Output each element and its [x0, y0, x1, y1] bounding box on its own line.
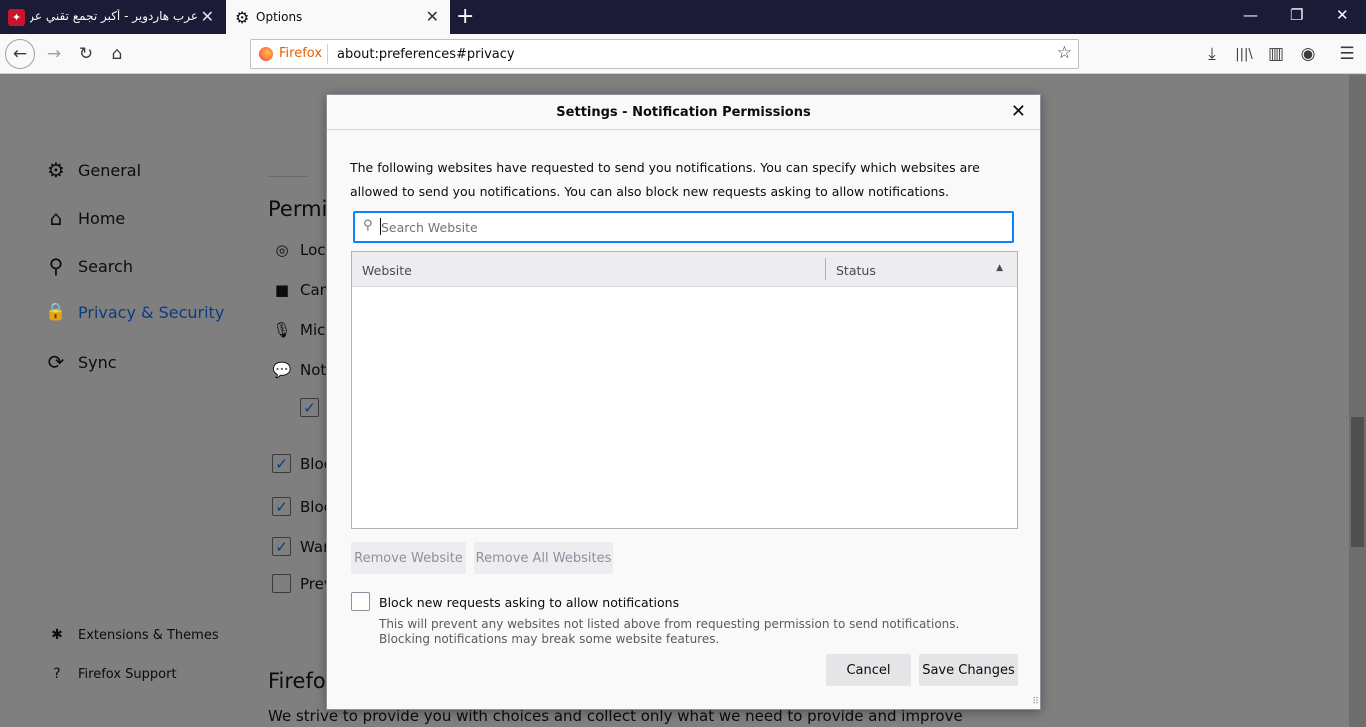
notification-icon: 💬	[272, 361, 292, 379]
sidebar-item-label: Firefox Support	[78, 666, 177, 682]
tab-title: Options	[256, 10, 303, 24]
dialog-title: Settings - Notification Permissions	[556, 105, 811, 120]
block-new-requests-checkbox[interactable]	[351, 592, 370, 611]
navigation-toolbar: ← → ↻ ⌂ Firefox about:preferences#privac…	[0, 34, 1366, 74]
location-icon: ◎	[275, 241, 289, 259]
checkbox-label: War	[300, 538, 330, 556]
section-divider	[268, 176, 308, 177]
notification-permissions-dialog: Settings - Notification Permissions ✕ Th…	[326, 94, 1041, 710]
save-changes-button[interactable]: Save Changes	[919, 654, 1018, 686]
downloads-icon[interactable]: ⤓	[1198, 41, 1226, 67]
tab-options[interactable]: ⚙ Options ✕	[226, 0, 450, 34]
resize-grip-icon[interactable]: ⠿	[1032, 697, 1039, 707]
sort-ascending-icon: ▲	[996, 263, 1003, 273]
url-bar[interactable]: Firefox about:preferences#privacy ☆	[250, 39, 1079, 69]
sidebar-item-sync[interactable]: ⟳ Sync	[44, 350, 117, 374]
search-placeholder: Search Website	[381, 220, 478, 235]
sidebar-item-support[interactable]: ? Firefox Support	[48, 666, 177, 682]
gear-icon: ⚙	[235, 8, 250, 27]
search-website-input[interactable]: ⚲ Search Website	[353, 211, 1014, 243]
gear-icon: ⚙	[47, 158, 65, 182]
menu-icon[interactable]: ☰	[1333, 41, 1361, 67]
identity-box[interactable]: Firefox	[259, 46, 322, 61]
tab-arabhardware[interactable]: ✦ عرب هاردوير - أكبر تجمع تقني عربي ✕	[0, 0, 224, 34]
permission-notifications: 💬 Noti	[272, 361, 331, 379]
pause-notifications-checkbox: ✓	[300, 398, 319, 417]
column-header-website[interactable]: Website	[362, 263, 412, 278]
dialog-description: The following websites have requested to…	[350, 160, 980, 199]
camera-icon: ■	[274, 281, 290, 299]
dialog-header: Settings - Notification Permissions ✕	[327, 95, 1040, 130]
remove-all-websites-button[interactable]: Remove All Websites	[474, 542, 613, 574]
help-icon: ?	[53, 666, 61, 682]
sidebar-item-label: Privacy & Security	[78, 302, 225, 322]
remove-website-button[interactable]: Remove Website	[351, 542, 466, 574]
tab-title: عرب هاردوير - أكبر تجمع تقني عربي	[30, 9, 198, 23]
back-button[interactable]: ←	[5, 39, 35, 69]
column-separator	[825, 258, 826, 280]
account-icon[interactable]: ◉	[1294, 41, 1322, 67]
firefox-logo-icon	[259, 46, 273, 61]
lock-icon: 🔒	[45, 302, 67, 322]
block-popups-checkbox: ✓	[272, 454, 291, 473]
cancel-button[interactable]: Cancel	[826, 654, 911, 686]
sidebar-item-label: Search	[78, 256, 133, 276]
puzzle-icon: ✱	[51, 627, 63, 643]
restore-button[interactable]: ❐	[1290, 6, 1303, 24]
search-icon: ⚲	[48, 254, 64, 278]
permissions-table[interactable]: Website Status ▲	[351, 251, 1018, 529]
prevent-accessibility-checkbox	[272, 574, 291, 593]
sidebar-item-home[interactable]: ⌂ Home	[44, 206, 126, 230]
sidebar-item-label: Home	[78, 208, 126, 228]
close-icon[interactable]: ✕	[1011, 101, 1026, 122]
sidebar-item-label: General	[78, 160, 142, 180]
site-favicon-icon: ✦	[8, 9, 25, 26]
home-button[interactable]: ⌂	[103, 41, 131, 67]
new-tab-button[interactable]: +	[456, 4, 474, 29]
warn-addons-checkbox: ✓	[272, 537, 291, 556]
column-header-status[interactable]: Status	[836, 263, 876, 278]
block-new-requests-description: This will prevent any websites not liste…	[379, 617, 960, 646]
sidebar-item-search[interactable]: ⚲ Search	[44, 254, 133, 278]
tab-bar: ✦ عرب هاردوير - أكبر تجمع تقني عربي ✕ ⚙ …	[0, 0, 1366, 34]
tab-close-icon[interactable]: ✕	[426, 7, 439, 26]
sidebar-item-label: Sync	[78, 352, 117, 372]
tab-close-icon[interactable]: ✕	[201, 7, 214, 26]
bookmark-star-icon[interactable]: ☆	[1057, 43, 1072, 63]
url-separator	[327, 44, 328, 64]
scrollbar-thumb[interactable]	[1351, 417, 1364, 547]
home-icon: ⌂	[49, 206, 63, 230]
library-icon[interactable]: |||\	[1230, 41, 1258, 67]
sidebar-item-privacy[interactable]: 🔒 Privacy & Security	[44, 302, 224, 322]
sidebar-toggle-icon[interactable]: ▥	[1262, 41, 1290, 67]
page-scrollbar[interactable]	[1349, 75, 1366, 727]
sidebar-item-extensions[interactable]: ✱ Extensions & Themes	[48, 627, 219, 643]
url-text[interactable]: about:preferences#privacy	[337, 47, 515, 62]
forward-button[interactable]: →	[40, 41, 68, 67]
microphone-icon: 🎙	[272, 321, 292, 339]
close-window-button[interactable]: ✕	[1336, 6, 1349, 24]
sync-icon: ⟳	[47, 350, 65, 374]
table-header: Website Status ▲	[352, 252, 1017, 287]
permission-microphone: 🎙 Micr	[272, 321, 331, 339]
sidebar-item-general[interactable]: ⚙ General	[44, 158, 141, 182]
minimize-button[interactable]: —	[1243, 6, 1258, 24]
block-dangerous-checkbox: ✓	[272, 497, 291, 516]
search-icon: ⚲	[363, 218, 373, 233]
identity-label: Firefox	[279, 46, 323, 61]
reload-button[interactable]: ↻	[72, 41, 100, 67]
block-new-requests-label[interactable]: Block new requests asking to allow notif…	[379, 595, 679, 610]
sidebar-item-label: Extensions & Themes	[78, 627, 219, 643]
permission-camera: ■ Cam	[272, 281, 334, 299]
